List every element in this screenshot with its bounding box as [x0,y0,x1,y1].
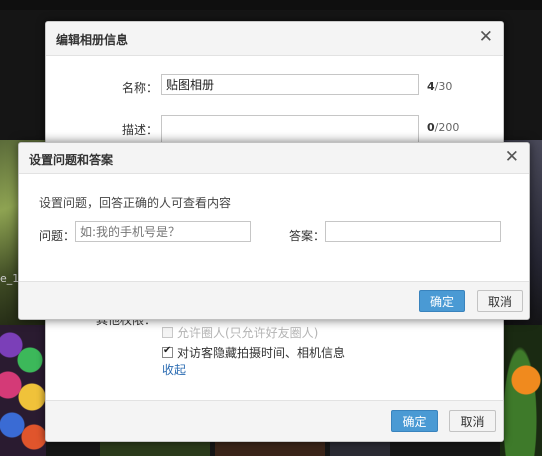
name-max: /30 [434,80,453,93]
desc-max: /200 [434,121,460,134]
dialog-header: 设置问题和答案 ✕ [19,143,529,174]
name-count: 4 [427,80,435,93]
allow-circle-checkbox[interactable] [162,327,173,338]
name-label: 名称： [122,81,159,95]
dialog-description: 设置问题，回答正确的人可查看内容 [39,196,232,210]
hide-info-option[interactable]: 对访客隐藏拍摄时间、相机信息 [162,344,345,361]
description-label: 描述： [122,123,159,137]
allow-circle-label: 允许圈人(只允许好友圈人) [177,326,319,340]
desc-count: 0 [427,121,435,134]
confirm-button[interactable]: 确定 [419,290,465,312]
dialog-header: 编辑相册信息 ✕ [46,22,503,56]
question-label: 问题： [39,229,76,243]
allow-circle-option[interactable]: 允许圈人(只允许好友圈人) [162,324,318,341]
answer-input[interactable] [325,221,501,242]
cancel-button[interactable]: 取消 [449,410,496,432]
answer-label: 答案： [289,229,326,243]
cancel-button[interactable]: 取消 [477,290,523,312]
description-char-counter: 0/200 [427,121,459,134]
gallery-thumbnail[interactable] [500,325,542,456]
gallery-thumbnail[interactable] [0,325,46,456]
hide-info-label: 对访客隐藏拍摄时间、相机信息 [177,346,346,360]
name-char-counter: 4/30 [427,80,452,93]
background-topbar [0,0,542,10]
dialog-footer: 确定 取消 [19,281,529,319]
dialog-title: 设置问题和答案 [29,153,114,167]
dialog-title: 编辑相册信息 [56,33,129,47]
album-name-input[interactable] [161,74,419,95]
question-answer-dialog: 设置问题和答案 ✕ 设置问题，回答正确的人可查看内容 问题： 答案： 确定 取消 [18,142,530,320]
close-icon[interactable]: ✕ [479,29,493,46]
album-description-input[interactable] [161,115,419,143]
confirm-button[interactable]: 确定 [391,410,438,432]
question-input[interactable] [75,221,251,242]
hide-info-checkbox[interactable] [162,345,173,358]
dialog-footer: 确定 取消 [46,400,503,441]
thumbnail-caption: e_1 [0,272,20,285]
close-icon[interactable]: ✕ [505,149,519,166]
collapse-link[interactable]: 收起 [162,361,186,378]
